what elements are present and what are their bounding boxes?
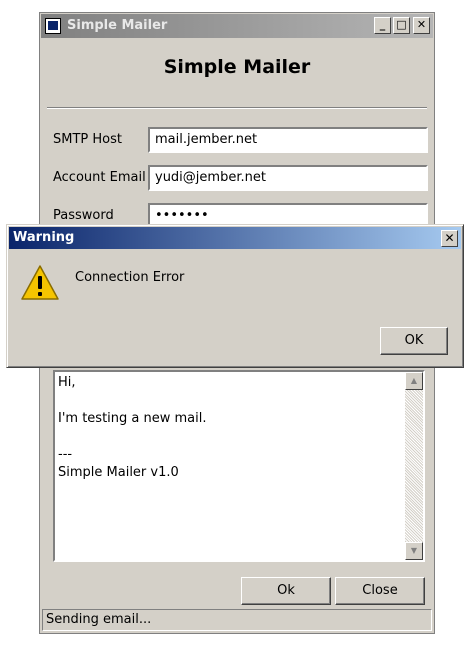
ok-button[interactable]: Ok xyxy=(241,577,331,605)
close-button[interactable]: Close xyxy=(335,577,425,605)
scroll-down-arrow-icon[interactable]: ▼ xyxy=(405,542,423,560)
message-scrollbar[interactable]: ▲ ▼ xyxy=(405,372,423,560)
dialog-title: Warning xyxy=(13,230,75,245)
app-window-icon xyxy=(45,18,61,34)
main-titlebar[interactable]: Simple Mailer _ □ ✕ xyxy=(41,14,433,38)
account-email-input[interactable]: yudi@jember.net xyxy=(148,165,428,191)
account-email-label: Account Email xyxy=(53,170,146,185)
dialog-close-button[interactable]: ✕ xyxy=(441,230,458,247)
main-window-title: Simple Mailer xyxy=(67,18,168,33)
dialog-message: Connection Error xyxy=(75,270,185,285)
warning-icon xyxy=(21,265,59,300)
password-label: Password xyxy=(53,208,114,223)
warning-dialog: Warning ✕ Connection Error OK xyxy=(6,224,464,368)
app-heading: Simple Mailer xyxy=(163,56,311,78)
divider xyxy=(47,107,427,109)
smtp-host-input[interactable]: mail.jember.net xyxy=(148,127,428,153)
maximize-button[interactable]: □ xyxy=(393,17,410,34)
dialog-titlebar[interactable]: Warning ✕ xyxy=(9,227,461,249)
close-window-button[interactable]: ✕ xyxy=(413,17,430,34)
minimize-button[interactable]: _ xyxy=(374,17,391,34)
scroll-up-arrow-icon[interactable]: ▲ xyxy=(405,372,423,390)
dialog-ok-button[interactable]: OK xyxy=(380,327,448,355)
smtp-host-label: SMTP Host xyxy=(53,132,122,147)
status-bar: Sending email... xyxy=(42,609,432,631)
message-body-text: Hi, I'm testing a new mail. --- Simple M… xyxy=(58,375,207,480)
message-body-textarea[interactable]: Hi, I'm testing a new mail. --- Simple M… xyxy=(53,370,425,562)
